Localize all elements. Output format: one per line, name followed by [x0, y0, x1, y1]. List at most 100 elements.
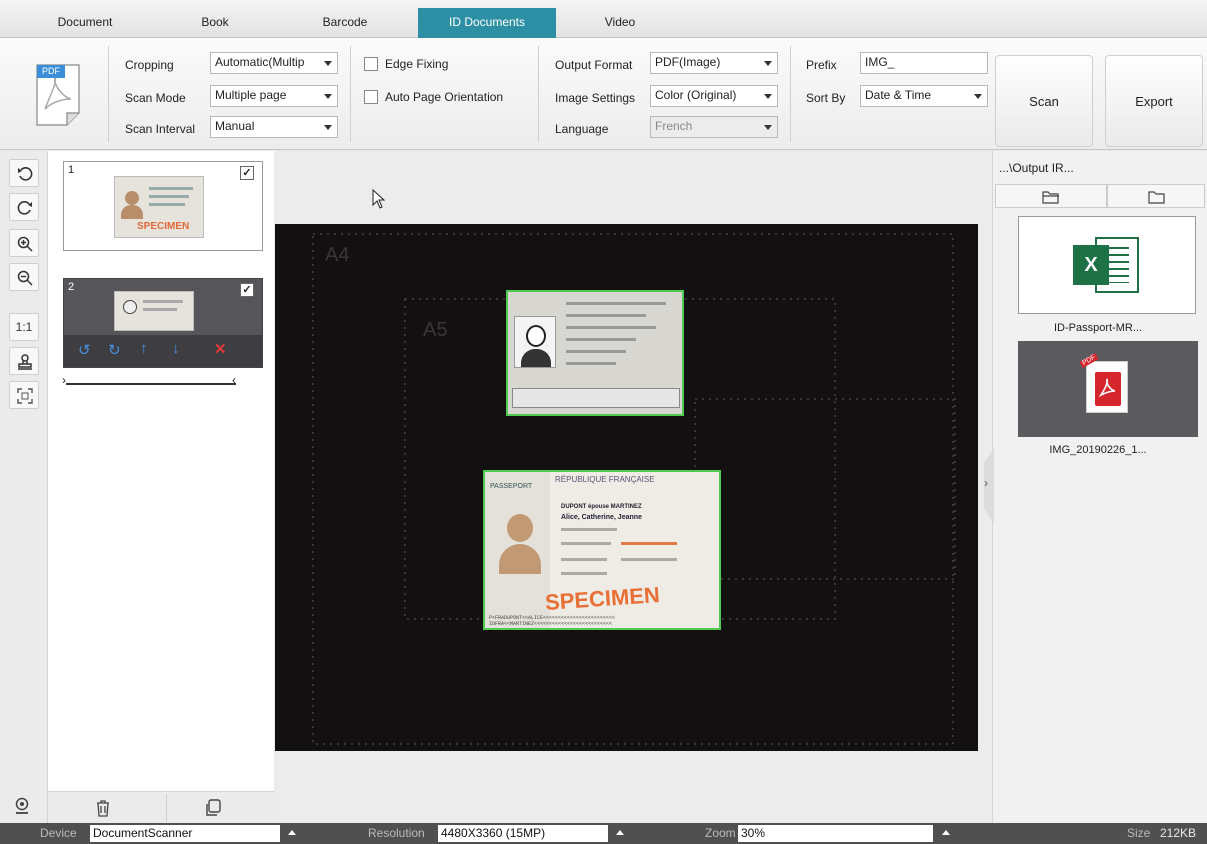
zoom-out-icon: [17, 270, 33, 286]
cropping-select[interactable]: Automatic(Multip: [210, 52, 338, 74]
scan-mode-select[interactable]: Multiple page: [210, 85, 338, 107]
size-value: 212KB: [1160, 826, 1197, 840]
output-format-select[interactable]: PDF(Image): [650, 52, 778, 74]
delete-all-button[interactable]: [88, 796, 118, 820]
scan-interval-label: Scan Interval: [125, 122, 196, 136]
thumbnail-size-slider[interactable]: [66, 383, 236, 385]
rotate-left-button[interactable]: [9, 159, 39, 187]
thumbnail-2-actions: ↺ ↻ ↑ ↓ ✕: [64, 335, 262, 367]
resolution-dropdown-arrow[interactable]: [616, 830, 624, 835]
tab-barcode[interactable]: Barcode: [300, 9, 390, 38]
webcam-button[interactable]: [6, 791, 38, 819]
thumbnail-page-1[interactable]: 1 ✓ SPECIMEN: [63, 161, 263, 251]
output-format-label: Output Format: [555, 58, 633, 72]
move-up-icon[interactable]: ↑: [140, 340, 148, 357]
rotate-right-button[interactable]: [9, 193, 39, 221]
size-label: Size: [1127, 826, 1151, 840]
tab-book[interactable]: Book: [175, 9, 255, 38]
output-file-excel[interactable]: X: [1018, 216, 1196, 314]
zoom-select[interactable]: 30%: [738, 825, 933, 842]
fit-screen-icon: [17, 388, 33, 404]
left-toolbar: 1:1: [0, 151, 48, 823]
zoom-dropdown-arrow[interactable]: [942, 830, 950, 835]
slider-right-marker: ‹: [232, 373, 236, 387]
thumbnail-2-id-image: [114, 291, 194, 331]
thumbnail-panel: 1 ✓ SPECIMEN 2 ✓ ↺ ↻ ↑ ↓ ✕ › ‹: [48, 151, 274, 791]
tab-id-documents[interactable]: ID Documents: [418, 8, 556, 38]
webcam-icon: [15, 797, 29, 814]
scanner-live-image: A4 A5 PASSEPORT RÉPUBLIQUE FRANÇAISE DUP…: [275, 224, 978, 751]
id-photo: [514, 316, 556, 368]
edge-fixing-label: Edge Fixing: [385, 57, 449, 71]
open-folder-button[interactable]: [995, 184, 1107, 208]
auto-page-orientation-checkbox[interactable]: [364, 90, 378, 104]
copy-button[interactable]: [198, 796, 228, 820]
rotate-right-icon[interactable]: ↻: [108, 341, 121, 359]
trash-icon: [97, 800, 109, 817]
edge-fixing-checkbox[interactable]: [364, 57, 378, 71]
preview-canvas[interactable]: A4 A5 PASSEPORT RÉPUBLIQUE FRANÇAISE DUP…: [274, 151, 992, 823]
zoom-in-button[interactable]: [9, 229, 39, 257]
auto-page-orientation-label: Auto Page Orientation: [385, 90, 504, 104]
tab-document[interactable]: Document: [40, 9, 130, 38]
thumbnail-2-checkbox[interactable]: ✓: [240, 283, 254, 297]
cropping-label: Cropping: [125, 58, 174, 72]
tab-video[interactable]: Video: [580, 9, 660, 38]
settings-ribbon: PDF Cropping Automatic(Multip Scan Mode …: [0, 38, 1207, 150]
zoom-label: Zoom: [705, 826, 736, 840]
thumbnail-1-passport-image: SPECIMEN: [114, 176, 204, 238]
sort-by-select[interactable]: Date & Time: [860, 85, 988, 107]
scan-interval-select[interactable]: Manual: [210, 116, 338, 138]
id-card-crop-region[interactable]: [506, 290, 684, 416]
resolution-label: Resolution: [368, 826, 425, 840]
output-file-excel-name: ID-Passport-MR...: [1053, 322, 1142, 334]
scan-mode-label: Scan Mode: [125, 91, 186, 105]
export-button[interactable]: Export: [1105, 55, 1203, 147]
resolution-select[interactable]: 4480X3360 (15MP): [438, 825, 608, 842]
language-label: Language: [555, 122, 609, 136]
device-label: Device: [40, 826, 77, 840]
folder-open-icon: [1042, 191, 1059, 204]
stamp-icon: [18, 354, 32, 370]
zoom-out-button[interactable]: [9, 263, 39, 291]
scan-button[interactable]: Scan: [995, 55, 1093, 147]
copy-icon: [206, 799, 221, 816]
thumbnail-1-checkbox[interactable]: ✓: [240, 166, 254, 180]
zoom-in-icon: [17, 236, 33, 252]
stamp-button[interactable]: [9, 347, 39, 375]
rotate-left-icon[interactable]: ↺: [78, 341, 91, 359]
device-select[interactable]: DocumentScanner: [90, 825, 280, 842]
excel-icon: X: [1073, 237, 1139, 293]
fit-screen-button[interactable]: [9, 381, 39, 409]
rotate-left-icon: [18, 167, 33, 181]
thumbnail-page-2[interactable]: 2 ✓ ↺ ↻ ↑ ↓ ✕: [63, 278, 263, 368]
move-down-icon[interactable]: ↓: [172, 340, 180, 357]
rotate-right-icon: [17, 201, 32, 215]
paper-size-label-a4: A4: [325, 244, 350, 266]
paper-size-label-a5: A5: [423, 319, 448, 341]
prefix-label: Prefix: [806, 58, 837, 72]
output-file-pdf[interactable]: PDF: [1018, 341, 1198, 437]
thumbnail-actions-bar: [48, 791, 274, 823]
output-path: ...\Output IR...: [999, 161, 1074, 175]
actual-size-button[interactable]: 1:1: [9, 313, 39, 341]
passport-crop-region[interactable]: PASSEPORT RÉPUBLIQUE FRANÇAISE DUPONT ép…: [483, 470, 721, 630]
slider-left-marker: ›: [62, 373, 66, 387]
passport-header: PASSEPORT: [490, 483, 533, 490]
delete-icon[interactable]: ✕: [214, 340, 227, 358]
image-settings-label: Image Settings: [555, 91, 636, 105]
pdf-icon: PDF: [1079, 352, 1128, 413]
output-panel: ...\Output IR... X ID-Passport-MR... PDF…: [992, 151, 1207, 823]
mode-tabs: Document Book Barcode ID Documents Video: [0, 0, 1207, 38]
image-settings-select[interactable]: Color (Original): [650, 85, 778, 107]
language-select[interactable]: French: [650, 116, 778, 138]
sort-by-label: Sort By: [806, 91, 846, 105]
browse-folder-button[interactable]: [1107, 184, 1205, 208]
prefix-input[interactable]: IMG_: [860, 52, 988, 74]
pdf-format-icon: PDF: [33, 63, 83, 127]
mouse-cursor-icon: [372, 189, 386, 209]
collapse-arrow-icon: ›: [984, 476, 988, 490]
device-dropdown-arrow[interactable]: [288, 830, 296, 835]
passport-country: RÉPUBLIQUE FRANÇAISE: [555, 475, 655, 484]
folder-icon: [1148, 191, 1165, 204]
